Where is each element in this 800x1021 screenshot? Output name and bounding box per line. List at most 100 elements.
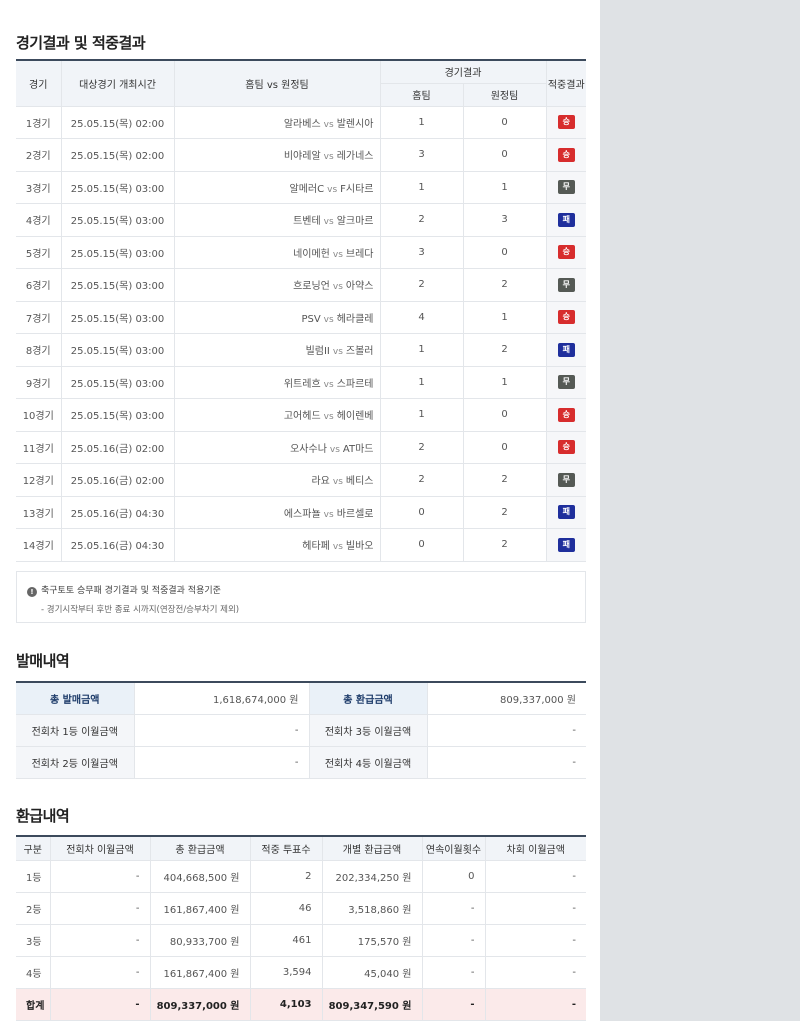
hit-result: 승 bbox=[546, 236, 586, 269]
total-refund-cell: 404,668,500 원 bbox=[150, 860, 251, 893]
home-team: 오사수나 bbox=[290, 443, 327, 455]
result-badge: 무 bbox=[557, 472, 575, 487]
vs-label: vs bbox=[332, 282, 343, 293]
table-row: 8경기 25.05.15(목) 03:00 빌럼II vs 즈볼러 1 2 패 bbox=[16, 333, 586, 367]
match-teams: 위트레흐 vs 스파르테 bbox=[174, 366, 381, 399]
match-teams: 라요 vs 베티스 bbox=[174, 463, 381, 497]
table-row: 2등 -161,867,400 원 46 3,518,860 원-- bbox=[16, 892, 586, 925]
rank-cell: 2등 bbox=[16, 892, 51, 925]
home-score: 3 bbox=[380, 236, 464, 269]
away-team: 바르셀로 bbox=[336, 508, 374, 520]
header-datetime: 대상경기 개최시간 bbox=[60, 60, 175, 107]
away-score: 3 bbox=[463, 203, 547, 237]
match-teams: 오사수나 vs AT마드 bbox=[174, 431, 381, 464]
game-number: 6경기 bbox=[16, 268, 62, 302]
total-rank-cell: 합계 bbox=[16, 988, 51, 1021]
vs-label: vs bbox=[323, 509, 334, 520]
vs-label: vs bbox=[327, 184, 338, 195]
hit-result: 승 bbox=[546, 431, 586, 464]
game-number: 14경기 bbox=[16, 528, 62, 562]
game-datetime: 25.05.15(목) 03:00 bbox=[61, 171, 175, 204]
hit-result: 승 bbox=[546, 138, 586, 172]
consecutive-carryover-cell: - bbox=[422, 924, 486, 957]
table-row: 2경기 25.05.15(목) 02:00 비야레알 vs 레가네스 3 0 승 bbox=[16, 138, 586, 172]
away-team: 스파르테 bbox=[336, 378, 374, 390]
game-datetime: 25.05.15(목) 03:00 bbox=[61, 268, 175, 302]
game-datetime: 25.05.15(목) 03:00 bbox=[61, 203, 175, 237]
hit-result: 패 bbox=[546, 203, 586, 237]
hit-result: 무 bbox=[546, 463, 586, 497]
consecutive-carryover-cell: - bbox=[422, 956, 486, 989]
home-team: 알라베스 bbox=[283, 118, 321, 130]
table-row: 1경기 25.05.15(목) 02:00 알라베스 vs 발렌시아 1 0 승 bbox=[16, 106, 586, 139]
table-row: 11경기 25.05.16(금) 02:00 오사수나 vs AT마드 2 0 승 bbox=[16, 431, 586, 464]
away-score: 2 bbox=[463, 268, 547, 302]
results-table-wrap: 경기 대상경기 개최시간 홈팀 vs 원정팀 경기결과 적중결과 홈팀 원정팀 … bbox=[16, 59, 586, 562]
result-badge: 패 bbox=[557, 505, 575, 520]
match-teams: 에스파뇰 vs 바르셀로 bbox=[174, 496, 381, 529]
game-datetime: 25.05.15(목) 03:00 bbox=[61, 236, 175, 269]
vs-label: vs bbox=[329, 444, 340, 455]
match-teams: 알메러C vs F시타르 bbox=[174, 171, 381, 204]
total-sales-label: 총 발매금액 bbox=[16, 682, 135, 715]
table-row: 4경기 25.05.15(목) 03:00 트벤테 vs 알크마르 2 3 패 bbox=[16, 203, 586, 237]
refund-section-title: 환급내역 bbox=[16, 807, 70, 825]
away-score: 1 bbox=[463, 301, 547, 334]
match-teams: 비야레알 vs 레가네스 bbox=[174, 138, 381, 172]
home-score: 0 bbox=[380, 528, 464, 562]
hit-result: 패 bbox=[546, 528, 586, 562]
total-prev-carryover-cell: - bbox=[50, 988, 151, 1021]
vs-label: vs bbox=[323, 412, 334, 423]
result-badge: 승 bbox=[557, 440, 575, 455]
home-team: PSV bbox=[301, 313, 321, 325]
game-datetime: 25.05.15(목) 02:00 bbox=[61, 138, 175, 172]
match-teams: 흐로닝언 vs 아약스 bbox=[174, 268, 381, 302]
home-score: 2 bbox=[380, 203, 464, 237]
game-number: 4경기 bbox=[16, 203, 62, 237]
hit-result: 무 bbox=[546, 268, 586, 302]
carryover-1st-label: 전회차 1등 이월금액 bbox=[16, 714, 135, 747]
carryover-1st-value: - bbox=[134, 714, 310, 747]
vs-label: vs bbox=[332, 542, 343, 553]
home-team: 고어헤드 bbox=[283, 411, 321, 423]
refund-header-cell: 총 환급금액 bbox=[150, 836, 251, 861]
refund-body: 1등 -404,668,500 원 2 202,334,250 원 0-2등 -161,8… bbox=[16, 860, 586, 1021]
sales-table: 총 발매금액 1,618,674,000 원 총 환급금액 809,337,00… bbox=[16, 681, 586, 779]
match-teams: 고어헤드 vs 헤이렌베 bbox=[174, 398, 381, 432]
home-score: 1 bbox=[380, 398, 464, 432]
home-team: 네이메헌 bbox=[293, 248, 330, 260]
away-team: 브레다 bbox=[345, 248, 374, 260]
home-team: 빌럼II bbox=[305, 346, 330, 358]
winning-votes-cell: 2 bbox=[250, 860, 323, 893]
header-result-group: 경기결과 bbox=[379, 60, 547, 84]
home-score: 4 bbox=[380, 301, 464, 334]
carryover-3rd-label: 전회차 3등 이월금액 bbox=[309, 714, 428, 747]
vs-label: vs bbox=[323, 379, 334, 390]
vs-label: vs bbox=[332, 477, 343, 488]
away-team: 베티스 bbox=[345, 476, 374, 488]
vs-label: vs bbox=[323, 152, 334, 163]
table-row: 3경기 25.05.15(목) 03:00 알메러C vs F시타르 1 1 무 bbox=[16, 171, 586, 204]
carryover-2nd-label: 전회차 2등 이월금액 bbox=[16, 746, 135, 779]
away-score: 2 bbox=[463, 496, 547, 529]
total-sales-value: 1,618,674,000 원 bbox=[134, 682, 310, 715]
result-badge: 무 bbox=[557, 375, 575, 390]
away-team: 헤라클레 bbox=[336, 313, 374, 325]
match-teams: 헤타페 vs 빌바오 bbox=[174, 528, 381, 562]
refund-table: 구분 전회차 이월금액 총 환급금액 적중 투표수 개별 환급금액 연속이월횟수 차회 이월… bbox=[16, 835, 586, 1021]
prev-carryover-cell: - bbox=[50, 892, 151, 925]
refund-header-row: 구분 전회차 이월금액 총 환급금액 적중 투표수 개별 환급금액 연속이월횟수 차회 이월… bbox=[16, 836, 586, 861]
hit-result: 패 bbox=[546, 333, 586, 367]
refund-table-wrap: 구분 전회차 이월금액 총 환급금액 적중 투표수 개별 환급금액 연속이월횟수 차회 이월… bbox=[16, 835, 586, 1021]
result-badge: 승 bbox=[557, 115, 575, 130]
carryover-2nd-value: - bbox=[134, 746, 310, 779]
winning-votes-cell: 3,594 bbox=[250, 956, 323, 989]
table-row: 13경기 25.05.16(금) 04:30 에스파뇰 vs 바르셀로 0 2 패 bbox=[16, 496, 586, 529]
header-away: 원정팀 bbox=[462, 83, 546, 107]
total-total-refund-cell: 809,337,000 원 bbox=[150, 988, 251, 1021]
home-team: 헤타페 bbox=[302, 541, 330, 553]
home-team: 알메러C bbox=[289, 183, 325, 195]
individual-refund-cell: 202,334,250 원 bbox=[322, 860, 423, 893]
rank-cell: 4등 bbox=[16, 956, 51, 989]
result-badge: 무 bbox=[557, 180, 575, 195]
